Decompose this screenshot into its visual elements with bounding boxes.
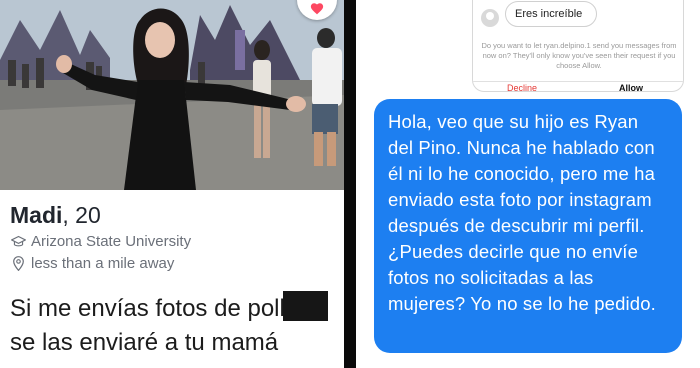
censor-bar [283,291,328,321]
festival-photo-illustration [0,0,344,190]
dating-profile-panel: Madi, 20 Arizona State University less t… [0,0,344,368]
profile-name: Madi [10,202,63,228]
sender-avatar [481,9,499,27]
reply-message-text: Hola, veo que su hijo es Ryan del Pino. … [388,111,656,314]
incoming-message: Eres increíble [505,1,597,27]
decline-button[interactable]: Decline [507,83,537,91]
profile-photo[interactable] [0,0,344,190]
profile-distance-row: less than a mile away [10,252,340,274]
message-request-card: Eres increíble Do you want to let ryan.d… [472,0,684,92]
profile-name-age: Madi, 20 [10,200,340,230]
profile-info: Madi, 20 Arizona State University less t… [10,200,340,274]
request-actions: Decline Allow [473,81,683,91]
allow-button[interactable]: Allow [619,83,643,91]
location-pin-icon [10,255,26,271]
profile-age: , 20 [62,202,101,228]
request-prompt: Do you want to let ryan.delpino.1 send y… [481,41,677,70]
panel-divider [344,0,356,368]
bio-line-2: se las enviaré a tu mamá [10,329,279,356]
heart-icon [310,3,324,15]
profile-school-row: Arizona State University [10,230,340,252]
profile-distance: less than a mile away [31,254,175,272]
graduation-cap-icon [10,233,26,249]
profile-school: Arizona State University [31,232,192,250]
reply-message-bubble: Hola, veo que su hijo es Ryan del Pino. … [374,99,682,353]
messages-panel: Eres increíble Do you want to let ryan.d… [356,0,700,368]
